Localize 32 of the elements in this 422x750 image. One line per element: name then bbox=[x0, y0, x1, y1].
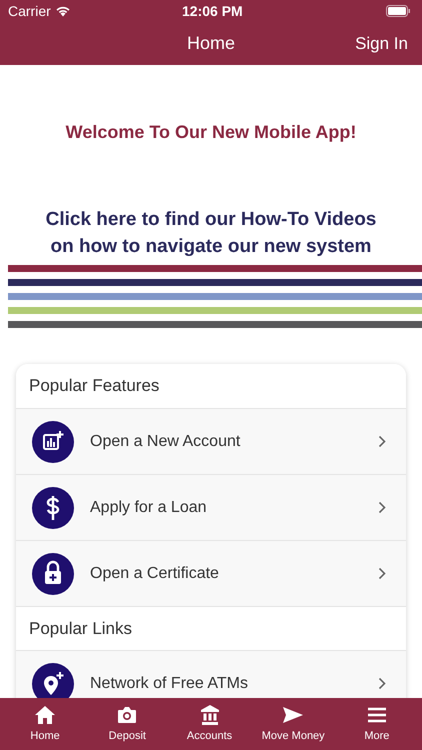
house-icon bbox=[34, 704, 56, 726]
chart-plus-icon bbox=[32, 420, 74, 462]
tab-bar-item[interactable]: More bbox=[346, 704, 407, 744]
tab-bar-item[interactable]: Home bbox=[15, 704, 76, 744]
chevron-right-icon bbox=[378, 677, 386, 690]
bank-icon bbox=[198, 704, 220, 726]
feature-list-item[interactable]: Apply for a Loan bbox=[16, 474, 406, 540]
how-to-videos-link[interactable]: Click here to find our How-To Videos on how to navigate our new system bbox=[0, 206, 422, 260]
sign-in-link[interactable]: Sign In bbox=[355, 30, 408, 56]
item-label: Open a New Account bbox=[90, 432, 242, 452]
wifi-icon bbox=[54, 5, 71, 17]
item-label: Apply for a Loan bbox=[90, 498, 208, 518]
padlock-plus-icon bbox=[32, 552, 74, 594]
tab-bar-item[interactable]: Move Money bbox=[262, 704, 325, 744]
welcome-heading: Welcome To Our New Mobile App! bbox=[64, 121, 358, 144]
tab-bar-item[interactable]: Deposit bbox=[97, 704, 158, 744]
feature-list-item[interactable]: Open a Certificate bbox=[16, 540, 406, 606]
screen-title: Home bbox=[187, 32, 235, 55]
item-label: Open a Certificate bbox=[90, 564, 220, 584]
tab-bar-item[interactable]: Accounts bbox=[180, 704, 240, 744]
dollar-icon bbox=[32, 486, 74, 528]
feature-list-item[interactable]: Network of Free ATMs bbox=[16, 650, 406, 698]
item-label: Network of Free ATMs bbox=[90, 674, 249, 694]
chevron-right-icon bbox=[378, 435, 386, 448]
section-heading: Popular Links bbox=[29, 618, 132, 640]
battery-icon bbox=[386, 5, 410, 17]
feature-list-item[interactable]: Open a New Account bbox=[16, 408, 406, 474]
chevron-right-icon bbox=[378, 567, 386, 580]
chevron-right-icon bbox=[378, 501, 386, 514]
section-heading: Popular Features bbox=[29, 375, 160, 398]
carrier-label: Carrier bbox=[8, 2, 51, 20]
clock-label: 12:06 PM bbox=[182, 2, 243, 20]
